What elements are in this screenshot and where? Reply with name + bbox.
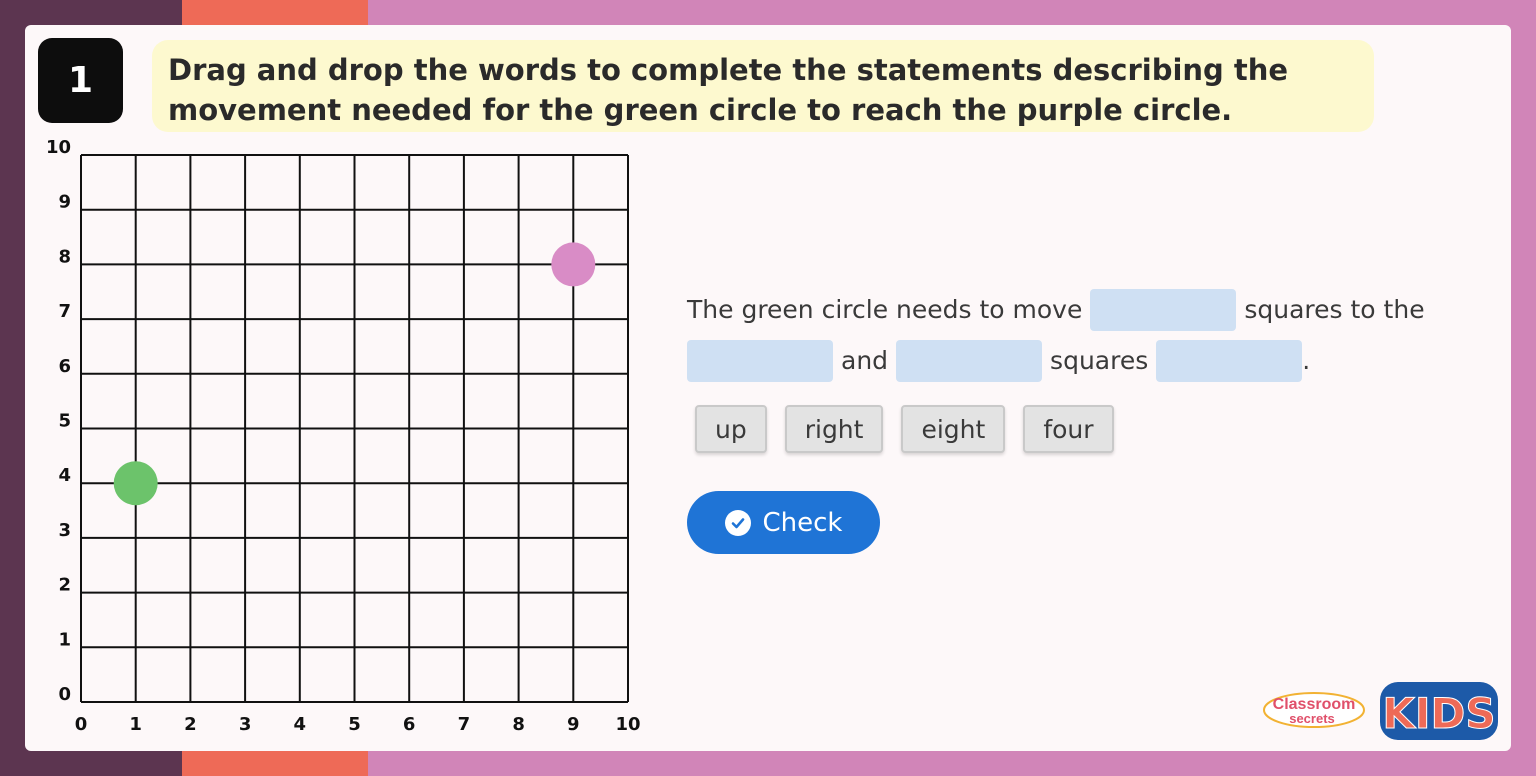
y-tick-label: 1 [58,629,71,650]
sentence-part-4: squares [1050,346,1149,375]
check-circle-icon [724,509,751,536]
grid-lines [80,154,629,703]
sentence-part-3: and [841,346,889,375]
coordinate-grid: 0 1 2 3 4 5 6 7 8 9 10 0 1 2 3 4 5 6 7 8 9 10 [46,140,641,735]
x-axis-tick-labels: 0 1 2 3 4 5 6 7 8 9 10 [75,714,641,735]
x-tick-label: 3 [239,714,252,735]
y-tick-label: 2 [58,575,71,596]
y-tick-label: 6 [58,356,71,377]
x-tick-label: 0 [75,714,88,735]
word-tile-four[interactable]: four [1023,405,1114,453]
instruction-text: Drag and drop the words to complete the … [152,40,1374,132]
word-tile-right[interactable]: right [784,405,884,453]
purple-circle [551,242,596,287]
x-tick-label: 6 [403,714,416,735]
green-circle [113,461,158,506]
x-tick-label: 10 [615,714,640,735]
check-button-label: Check [762,507,843,538]
sentence-part-5: . [1302,346,1311,375]
word-tile-eight[interactable]: eight [901,405,1006,453]
drop-zone-2[interactable] [687,340,833,382]
y-tick-label: 10 [46,140,71,158]
y-tick-label: 4 [58,465,71,486]
sentence-statement: The green circle needs to move squares to… [687,284,1487,386]
y-tick-label: 7 [58,301,71,322]
sentence-part-1: The green circle needs to move [687,295,1083,324]
sentence-part-2: squares to the [1244,295,1425,324]
drop-zone-3[interactable] [896,340,1043,382]
x-tick-label: 4 [294,714,307,735]
x-tick-label: 8 [512,714,525,735]
question-number-badge: 1 [38,38,123,123]
drop-zone-1[interactable] [1090,289,1237,331]
x-tick-label: 2 [184,714,197,735]
word-tile-up[interactable]: up [695,405,767,453]
logo-text-secrets: secrets [1289,711,1335,726]
x-tick-label: 1 [129,714,142,735]
y-tick-label: 8 [58,246,71,267]
y-axis-tick-labels: 0 1 2 3 4 5 6 7 8 9 10 [46,140,71,705]
y-tick-label: 5 [58,411,71,432]
logo-text-kids: KIDS [1382,689,1495,738]
x-tick-label: 9 [567,714,580,735]
y-tick-label: 0 [58,684,71,705]
x-tick-label: 5 [348,714,361,735]
y-tick-label: 9 [58,192,71,213]
y-tick-label: 3 [58,520,71,541]
x-tick-label: 7 [458,714,471,735]
classroom-secrets-kids-logo: Classroom secrets KIDS [1263,682,1498,740]
drop-zone-4[interactable] [1156,340,1303,382]
word-bank: up right eight four [695,405,1114,453]
check-button[interactable]: Check [687,491,880,554]
